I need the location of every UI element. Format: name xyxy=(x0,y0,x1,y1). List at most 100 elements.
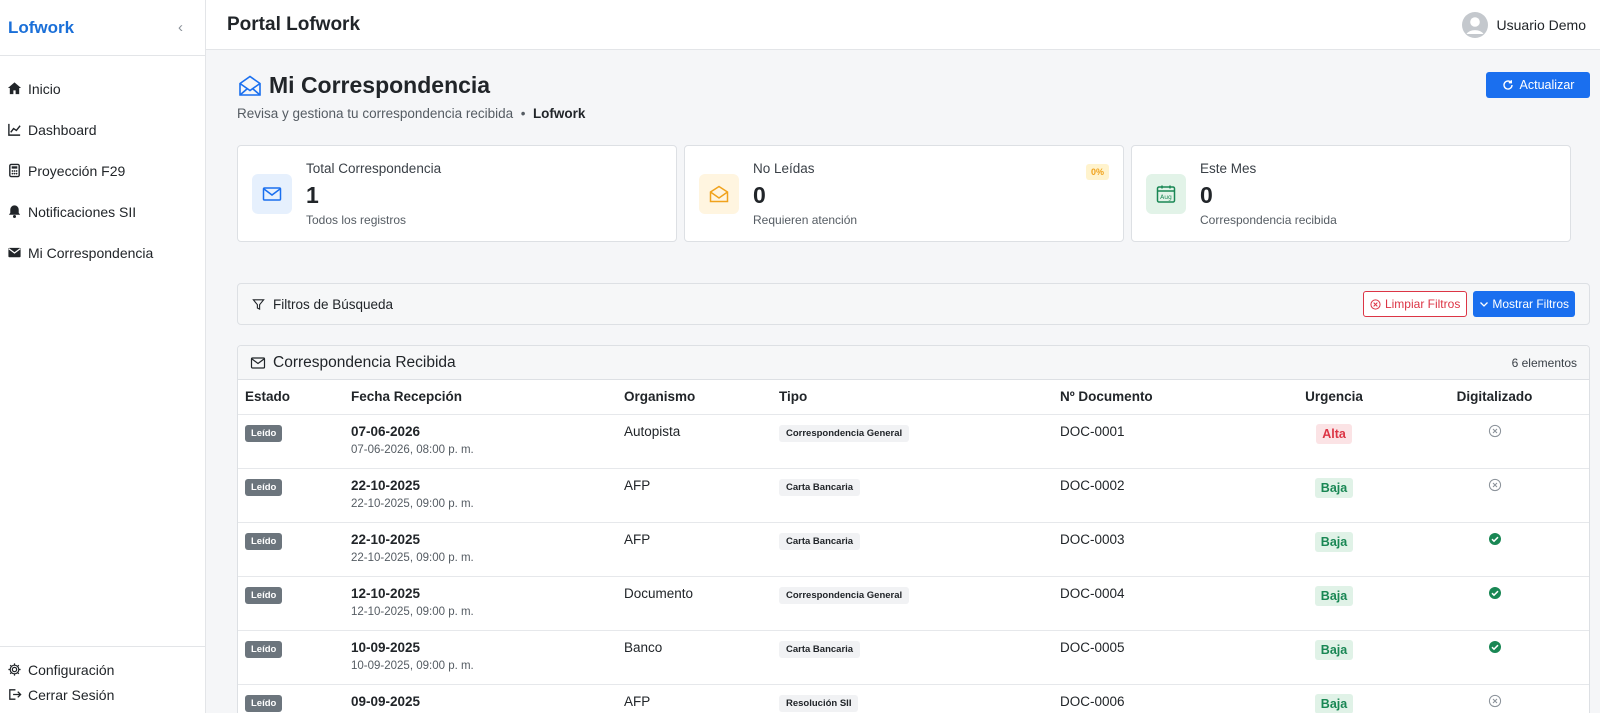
clear-circle-icon xyxy=(1370,298,1381,310)
cell-urgencia: Baja xyxy=(1268,467,1400,522)
table-row[interactable]: Leído 22-10-2025 22-10-2025, 09:00 p. m. AF… xyxy=(238,521,1589,576)
stat-value: 1 xyxy=(306,182,319,208)
cell-tipo: Carta Bancaria xyxy=(772,629,1053,684)
clear-filters-button[interactable]: Limpiar Filtros xyxy=(1362,291,1468,317)
envelope-icon xyxy=(250,356,266,369)
gear-icon xyxy=(8,663,21,676)
show-filters-label: Mostrar Filtros xyxy=(1492,297,1569,311)
cell-urgencia: Baja xyxy=(1268,683,1400,713)
cell-documento: DOC-0002 xyxy=(1053,467,1268,522)
check-circle-icon xyxy=(1488,532,1501,545)
stat-value: 0 xyxy=(1200,182,1213,208)
filters-title-text: Filtros de Búsqueda xyxy=(273,296,394,312)
cell-fecha: 12-10-2025 12-10-2025, 09:00 p. m. xyxy=(344,575,617,630)
sidebar-item-inicio[interactable]: Inicio xyxy=(0,68,205,109)
stat-label: Este Mes xyxy=(1200,161,1257,176)
urgency-badge: Baja xyxy=(1314,693,1354,713)
stat-note: Requieren atención xyxy=(753,213,858,227)
status-badge: Leído xyxy=(245,532,283,550)
sidebar-item-proyeccion-f29[interactable]: Proyección F29 xyxy=(0,150,205,191)
reception-date: 09-09-2025 xyxy=(351,693,421,709)
stat-icon-box xyxy=(699,174,739,214)
urgency-badge: Baja xyxy=(1314,585,1354,606)
cell-organismo: Documento xyxy=(617,575,772,630)
collapse-sidebar-icon[interactable]: ‹ xyxy=(178,19,183,36)
show-filters-button[interactable]: Mostrar Filtros xyxy=(1473,291,1575,317)
sidebar-item-label: Cerrar Sesión xyxy=(28,686,115,703)
cell-digitalizado xyxy=(1400,683,1589,713)
column-header-organismo[interactable]: Organismo xyxy=(617,380,772,414)
sidebar-item-cerrar-sesion[interactable]: Cerrar Sesión xyxy=(0,682,206,707)
check-circle-icon xyxy=(1488,640,1501,653)
urgency-badge: Baja xyxy=(1314,477,1354,498)
cell-tipo: Carta Bancaria xyxy=(772,467,1053,522)
cell-organismo: AFP xyxy=(617,467,772,522)
cell-digitalizado xyxy=(1400,575,1589,630)
sidebar-item-label: Configuración xyxy=(28,661,115,678)
stat-value: 0 xyxy=(753,182,766,208)
cell-estado: Leído xyxy=(238,467,344,522)
table-row[interactable]: Leído 09-09-2025 AFP Resolución SII DOC-0006… xyxy=(238,683,1589,713)
reception-date: 07-06-2026 xyxy=(351,423,421,439)
cell-urgencia: Baja xyxy=(1268,575,1400,630)
table-row[interactable]: Leído 12-10-2025 12-10-2025, 09:00 p. m. Do… xyxy=(238,575,1589,630)
stat-icon-box xyxy=(252,174,292,214)
table-title: Correspondencia Recibida xyxy=(250,354,456,372)
column-header-digitalizado[interactable]: Digitalizado xyxy=(1400,380,1589,414)
cell-tipo: Carta Bancaria xyxy=(772,521,1053,576)
refresh-button[interactable]: Actualizar xyxy=(1486,72,1590,98)
column-header-fecha[interactable]: Fecha Recepción xyxy=(344,380,617,414)
calendar-month-text: Aug xyxy=(1160,194,1172,201)
reception-date: 10-09-2025 xyxy=(351,639,421,655)
reception-date: 12-10-2025 xyxy=(351,585,421,601)
sidebar-item-configuracion[interactable]: Configuración xyxy=(0,657,206,682)
calendar-icon: Aug xyxy=(1156,185,1176,203)
avatar-icon xyxy=(1461,11,1488,38)
x-circle-icon xyxy=(1488,424,1501,437)
sidebar-item-dashboard[interactable]: Dashboard xyxy=(0,109,205,150)
sidebar-item-label: Proyección F29 xyxy=(28,162,126,179)
status-badge: Leído xyxy=(245,478,283,496)
subtitle-separator: • xyxy=(520,106,526,121)
home-icon xyxy=(7,82,22,95)
urgency-badge: Baja xyxy=(1314,531,1354,552)
cell-organismo: Autopista xyxy=(617,413,772,468)
table-row[interactable]: Leído 22-10-2025 22-10-2025, 09:00 p. m. AF… xyxy=(238,467,1589,522)
table-row[interactable]: Leído 07-06-2026 07-06-2026, 08:00 p. m. Au… xyxy=(238,413,1589,468)
company-name: Lofwork xyxy=(532,106,586,121)
urgency-badge: Baja xyxy=(1314,639,1354,660)
brand-logo-text[interactable]: Lofwork xyxy=(8,18,74,38)
envelope-open-icon xyxy=(239,75,261,96)
correspondence-table: Estado Fecha Recepción Organismo Tipo Nº… xyxy=(238,380,1589,713)
topbar-title: Portal Lofwork xyxy=(227,13,361,35)
table-header-row: Estado Fecha Recepción Organismo Tipo Nº… xyxy=(238,380,1589,414)
x-circle-icon xyxy=(1488,694,1501,707)
status-badge: Leído xyxy=(245,424,283,442)
reception-datetime: 22-10-2025, 09:00 p. m. xyxy=(351,497,474,510)
column-header-tipo[interactable]: Tipo xyxy=(772,380,1053,414)
logout-icon xyxy=(9,689,22,700)
sidebar-item-mi-correspondencia[interactable]: Mi Correspondencia xyxy=(0,232,205,273)
sidebar-item-label: Inicio xyxy=(28,80,61,97)
column-header-estado[interactable]: Estado xyxy=(238,380,344,414)
cell-estado: Leído xyxy=(238,629,344,684)
cell-estado: Leído xyxy=(238,413,344,468)
user-menu[interactable]: Usuario Demo xyxy=(1461,11,1586,39)
envelope-open-icon xyxy=(709,185,729,203)
table-row[interactable]: Leído 10-09-2025 10-09-2025, 09:00 p. m. Ba… xyxy=(238,629,1589,684)
stat-note: Correspondencia recibida xyxy=(1200,213,1337,227)
cell-fecha: 22-10-2025 22-10-2025, 09:00 p. m. xyxy=(344,521,617,576)
cell-fecha: 10-09-2025 10-09-2025, 09:00 p. m. xyxy=(344,629,617,684)
stat-card-total: Total Correspondencia 1 Todos los regist… xyxy=(237,145,677,242)
sidebar-item-notificaciones-sii[interactable]: Notificaciones SII xyxy=(0,191,205,232)
cell-tipo: Correspondencia General xyxy=(772,575,1053,630)
x-circle-icon xyxy=(1488,478,1501,491)
cell-documento: DOC-0004 xyxy=(1053,575,1268,630)
column-header-documento[interactable]: Nº Documento xyxy=(1053,380,1268,414)
filters-title: Filtros de Búsqueda xyxy=(252,297,393,312)
table-title-text: Correspondencia Recibida xyxy=(273,353,456,371)
column-header-urgencia[interactable]: Urgencia xyxy=(1268,380,1400,414)
subtitle-text: Revisa y gestiona tu correspondencia rec… xyxy=(237,106,514,121)
status-badge: Leído xyxy=(245,586,283,604)
sidebar-footer: Configuración Cerrar Sesión xyxy=(0,646,206,713)
